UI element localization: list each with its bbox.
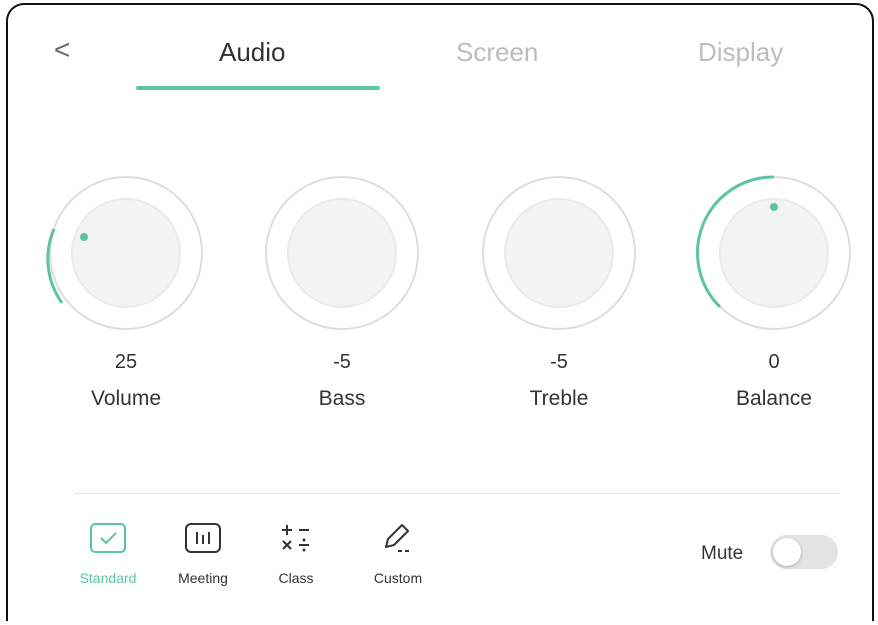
- volume-knob[interactable]: [46, 175, 204, 331]
- treble-value: -5: [550, 351, 568, 373]
- mode-class-button[interactable]: Class: [256, 518, 336, 586]
- bass-label: Bass: [318, 387, 366, 410]
- mode-custom-button[interactable]: Custom: [358, 518, 438, 586]
- volume-label: Volume: [90, 387, 162, 410]
- tab-screen[interactable]: Screen: [456, 35, 538, 69]
- checkbox-icon: [68, 518, 148, 558]
- mode-custom-label: Custom: [373, 570, 423, 586]
- mute-toggle[interactable]: [770, 535, 838, 569]
- tab-audio[interactable]: Audio: [219, 35, 286, 69]
- back-icon[interactable]: <: [54, 35, 78, 65]
- balance-label: Balance: [736, 387, 812, 410]
- mode-class-label: Class: [278, 570, 314, 586]
- calculator-icon: [256, 518, 336, 558]
- bass-knob[interactable]: [264, 175, 420, 331]
- treble-knob[interactable]: [481, 175, 637, 331]
- tab-display[interactable]: Display: [698, 35, 783, 69]
- mode-standard-button[interactable]: Standard: [68, 518, 148, 586]
- mode-meeting-button[interactable]: Meeting: [163, 518, 243, 586]
- settings-panel: < Audio Screen Display 25 Volume -5 Bass…: [6, 3, 874, 621]
- equalizer-icon: [163, 518, 243, 558]
- mute-label: Mute: [701, 543, 744, 564]
- balance-knob[interactable]: [696, 175, 852, 331]
- bass-value: -5: [333, 351, 351, 373]
- pen-icon: [358, 518, 438, 558]
- volume-value: 25: [114, 351, 138, 373]
- mode-meeting-label: Meeting: [178, 570, 228, 586]
- divider: [74, 493, 840, 494]
- treble-label: Treble: [529, 387, 589, 410]
- toggle-knob: [773, 538, 801, 566]
- active-tab-indicator: [136, 86, 380, 90]
- balance-value: 0: [768, 351, 780, 373]
- mode-standard-label: Standard: [79, 570, 137, 586]
